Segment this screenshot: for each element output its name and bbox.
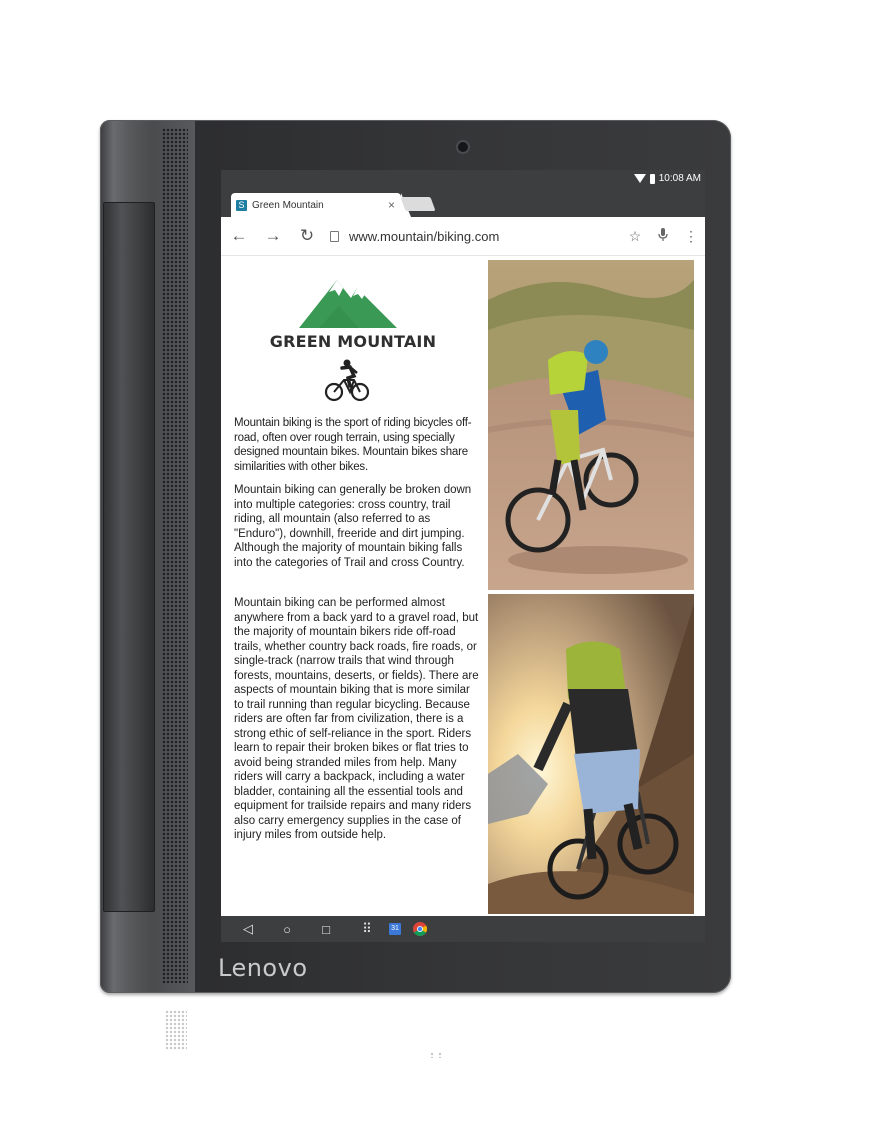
recents-icon[interactable]: □ — [299, 922, 353, 937]
reload-icon[interactable]: ↻ — [290, 226, 324, 246]
wifi-icon — [633, 174, 646, 183]
back-icon[interactable]: ◁ — [221, 921, 275, 937]
star-icon[interactable]: ☆ — [621, 228, 649, 245]
chrome-icon[interactable] — [409, 922, 431, 936]
tab-close-icon[interactable]: × — [388, 198, 395, 212]
details-paragraph: Mountain biking can be performed almost … — [234, 597, 479, 841]
new-tab-button[interactable] — [400, 197, 436, 211]
reflection-dots — [428, 1052, 444, 1058]
mountain-biker-photo — [488, 260, 694, 590]
mic-icon[interactable] — [649, 227, 677, 245]
calendar-app-icon[interactable]: 31 — [381, 923, 409, 935]
screen: 10:08 AM S Green Mountain × ← → ↻ www.mo… — [221, 170, 705, 942]
status-bar: 10:08 AM — [221, 170, 705, 190]
front-camera — [456, 140, 470, 154]
mountain-logo-icon — [299, 280, 397, 328]
brand-logo: Lenovo — [218, 954, 308, 982]
tab-strip: S Green Mountain × — [221, 190, 705, 217]
android-nav-bar: ◁ ○ □ ⠿ 31 — [221, 916, 705, 942]
categories-paragraph: Mountain biking can generally be broken … — [234, 484, 472, 569]
address-toolbar: ← → ↻ www.mountain/biking.com ☆ ⋮ — [221, 217, 705, 256]
forward-arrow-icon[interactable]: → — [256, 226, 290, 246]
browser-tab[interactable]: S Green Mountain × — [231, 193, 411, 217]
app-drawer-icon[interactable]: ⠿ — [353, 921, 381, 937]
intro-paragraph: Mountain biking is the sport of riding b… — [234, 417, 472, 473]
page-content: GREEN MOUNTAIN Mountain biking is the sp… — [221, 256, 705, 916]
home-icon[interactable]: ○ — [275, 922, 299, 937]
site-favicon-icon: S — [236, 199, 247, 211]
tab-title: Green Mountain — [252, 199, 324, 211]
site-title: GREEN MOUNTAIN — [269, 332, 437, 351]
sunset-biker-photo — [488, 594, 694, 914]
more-vert-icon[interactable]: ⋮ — [677, 228, 705, 245]
battery-icon — [649, 173, 655, 184]
back-arrow-icon[interactable]: ← — [222, 226, 256, 246]
status-icons: 10:08 AM — [633, 173, 701, 184]
cyclist-icon — [324, 359, 370, 402]
page-icon — [330, 230, 339, 242]
reflection-dots — [165, 1010, 187, 1050]
url-field[interactable]: www.mountain/biking.com — [349, 229, 621, 244]
status-time: 10:08 AM — [658, 173, 701, 184]
